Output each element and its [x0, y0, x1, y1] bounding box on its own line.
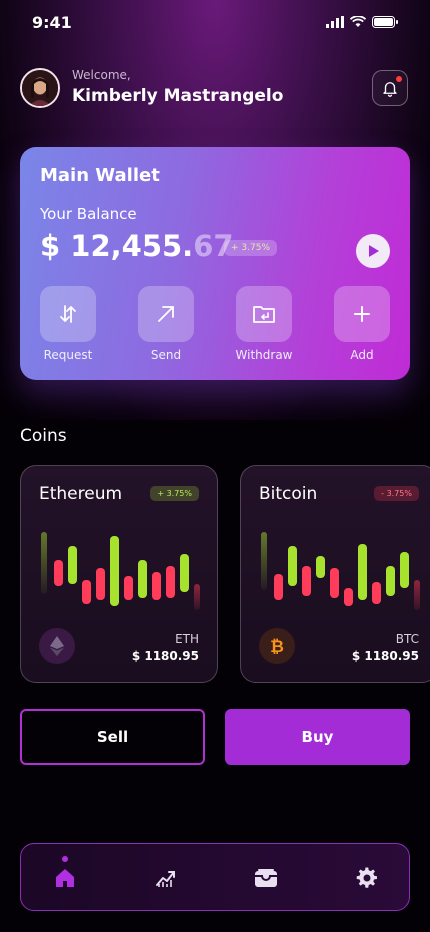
coin-change-badge: - 3.75% — [374, 486, 419, 501]
header: Welcome, Kimberly Mastrangelo — [20, 68, 410, 110]
balance-amount: $ 12,455.67 — [40, 229, 234, 263]
coins-section-title: Coins — [20, 426, 67, 446]
bell-icon — [383, 82, 397, 97]
nav-settings[interactable] — [337, 844, 397, 912]
settings-gear-icon — [356, 867, 377, 888]
play-button[interactable] — [356, 234, 390, 268]
wifi-icon — [350, 16, 366, 27]
status-bar: 9:41 — [0, 0, 430, 44]
ethereum-icon — [39, 628, 75, 664]
balance-main: $ 12,455. — [40, 229, 194, 263]
bottom-navigation — [20, 843, 410, 911]
svg-text:₿: ₿ — [270, 637, 284, 656]
bitcoin-candle-chart — [261, 532, 420, 610]
coin-change-badge: + 3.75% — [150, 486, 199, 501]
coin-symbol: ETH — [175, 632, 199, 646]
balance-label: Your Balance — [40, 205, 137, 223]
nav-wallet[interactable] — [236, 844, 296, 912]
sell-button[interactable]: Sell — [20, 709, 205, 765]
main-wallet-card: Main Wallet Your Balance $ 12,455.67 + 3… — [20, 147, 410, 380]
coin-card-bitcoin[interactable]: Bitcoin - 3.75% ₿ BTC $ 1180.95 — [240, 465, 430, 683]
notification-dot — [396, 76, 402, 82]
coin-price: $ 1180.95 — [351, 649, 419, 663]
coin-name: Ethereum — [39, 484, 123, 504]
balance-change-badge: + 3.75% — [224, 240, 277, 256]
send-label: Send — [150, 348, 182, 362]
ethereum-candle-chart — [41, 532, 200, 610]
coin-name: Bitcoin — [259, 484, 318, 504]
chart-trend-icon — [156, 871, 175, 887]
home-icon — [56, 869, 74, 887]
request-arrow-icon — [40, 286, 96, 342]
nav-markets[interactable] — [136, 844, 196, 912]
buy-button[interactable]: Buy — [225, 709, 410, 765]
withdraw-button[interactable]: Withdraw — [236, 286, 292, 362]
welcome-text: Welcome, — [72, 68, 131, 82]
wallet-icon — [255, 869, 277, 887]
wallet-title: Main Wallet — [40, 165, 160, 186]
request-button[interactable]: Request — [40, 286, 96, 362]
status-icons — [326, 16, 398, 28]
add-label: Add — [350, 348, 374, 362]
play-icon — [369, 245, 379, 257]
battery-icon — [372, 16, 398, 28]
withdraw-label: Withdraw — [235, 348, 293, 362]
coin-card-ethereum[interactable]: Ethereum + 3.75% ETH $ 1180.95 — [20, 465, 218, 683]
request-label: Request — [43, 348, 93, 362]
bitcoin-icon: ₿ — [259, 628, 295, 664]
send-button[interactable]: Send — [138, 286, 194, 362]
add-button[interactable]: Add — [334, 286, 390, 362]
coin-price: $ 1180.95 — [131, 649, 199, 663]
coin-symbol: BTC — [395, 632, 419, 646]
wallet-actions: Request Send Withdraw Add — [40, 286, 390, 366]
active-indicator — [62, 856, 68, 862]
signal-icon — [326, 16, 344, 28]
plus-icon — [334, 286, 390, 342]
notifications-button[interactable] — [372, 70, 408, 106]
status-time: 9:41 — [32, 12, 72, 32]
nav-home[interactable] — [35, 844, 95, 912]
folder-withdraw-icon — [236, 286, 292, 342]
username: Kimberly Mastrangelo — [72, 86, 284, 106]
avatar-portrait-icon — [22, 70, 58, 106]
avatar[interactable] — [20, 68, 60, 108]
send-arrow-icon — [138, 286, 194, 342]
